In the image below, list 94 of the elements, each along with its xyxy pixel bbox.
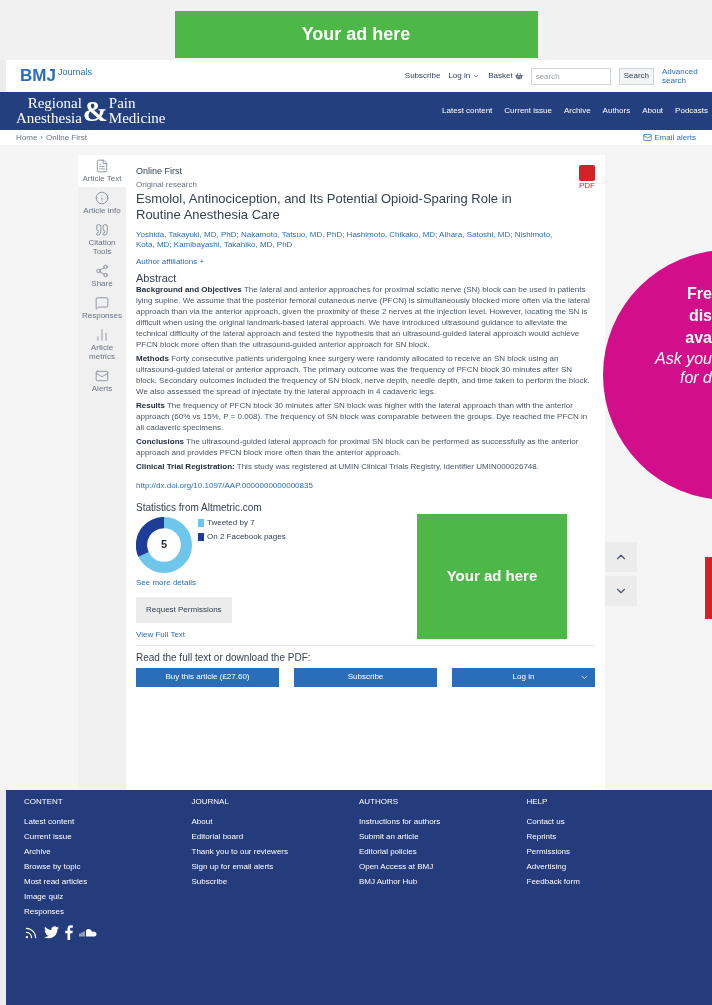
altmetric-donut[interactable]: 5 (136, 516, 192, 573)
bird-icon[interactable] (44, 926, 59, 939)
nav-link[interactable]: Podcasts (675, 105, 708, 117)
footer-heading: HELP (526, 796, 549, 808)
share-icon (95, 264, 109, 278)
promo-text: Ask you (655, 349, 712, 368)
promo-text: for d (680, 368, 712, 387)
request-permissions-button[interactable]: Request Permissions (136, 596, 232, 623)
header-link[interactable]: Basket (488, 70, 523, 82)
footer-heading: JOURNAL (191, 796, 230, 808)
promo-text: dis (688, 306, 712, 326)
pdf-download[interactable]: PDF (579, 165, 595, 191)
footer-link[interactable]: Sign up for email alerts (191, 859, 359, 874)
caret-icon (472, 72, 481, 80)
footer-link[interactable]: Image quiz (24, 889, 192, 904)
footer-link[interactable]: Instructions for authors (359, 814, 527, 829)
footer-link[interactable]: BMJ Author Hub (359, 874, 527, 889)
breadcrumb-link[interactable]: Online First (46, 131, 87, 144)
envelope-icon (643, 133, 653, 142)
abstract-paragraph: Methods Forty consecutive patients undergoing knee surgery were randomly allocated to receive an SN block using an ultrasound-guided lateral or anterior approach. The primary outcome was the frequency of PFCN block 30 minutes after SN block. Secondary outcomes included the frequency of SN block, nerve depth, needle depth, and time taken to perform the block. We also assessed the spread of injectate by the lateral approach in 4 cadaveric legs. (136, 352, 591, 397)
abstract-heading: Abstract (136, 271, 178, 284)
footer-link[interactable]: Responses (24, 904, 192, 919)
footer-link[interactable]: Advertising (526, 859, 694, 874)
read-full-text-heading: Read the full text or download the PDF: (136, 650, 312, 665)
footer-link[interactable]: Contact us (526, 814, 694, 829)
nav-link[interactable]: Latest content (442, 105, 493, 117)
breadcrumb-link[interactable]: Home (16, 131, 38, 144)
speech-bubble-icon (95, 296, 109, 310)
footer-heading: AUTHORS (359, 796, 400, 808)
journal-title: Pain (108, 96, 137, 111)
author-list: Yoshida, Takayuki, MD, PhD; Nakamoto, Tatsuo, MD, PhD; Hashimoto, Chikako, MD; Aihara, Satoshi, MD; Nishimoto, Kota, MD; Kamibayashi, Takahiko, MD, PhD (136, 229, 566, 250)
abstract-paragraph: Conclusions The ultrasound-guided lateral approach for proximal SN block can be performed as successfully as the anterior approach and provides PFCN block more often than the anterior approach. (136, 435, 580, 458)
doi-link[interactable]: http://dx.doi.org/10.1097/AAP.0000000000000835 (136, 479, 595, 492)
document-icon (95, 159, 109, 173)
nav-link[interactable]: Authors (602, 105, 631, 117)
brand-suffix: Journals (57, 66, 92, 79)
journal-title: Regional (27, 96, 82, 111)
footer-link[interactable]: Browse by topic (24, 859, 192, 874)
header-link[interactable]: Subscribe (404, 70, 441, 82)
footer-link[interactable]: Editorial policies (359, 844, 527, 859)
info-icon (95, 191, 109, 205)
basket-icon (514, 72, 523, 80)
abstract-paragraph: Results The frequency of PFCN block 30 minutes after SN block was higher with the lateral approach than with the anterior approach (60% vs 15%, P = 0.008). The frequency of SN block was comparable between the groups. Dye reached the PFCN in all cadaveric specimens. (136, 399, 589, 433)
rss-icon[interactable] (24, 925, 38, 940)
article-title: Esmolol, Antinociception, and Its Potential Opioid-Sparing Role in Routine Anesthesia Care (136, 190, 513, 223)
author-affiliations-link[interactable]: Author affiliations + (136, 255, 595, 268)
footer-link[interactable]: Editorial board (191, 829, 359, 844)
footer-link[interactable]: Archive (24, 844, 192, 859)
action-button[interactable]: Buy this article (£27.60) (136, 667, 279, 687)
search-button[interactable]: Search (618, 67, 654, 85)
journal-title: Medicine (108, 111, 166, 126)
sidebar-tab[interactable]: Article Text (78, 155, 126, 187)
brand-logo[interactable]: BMJ (20, 63, 56, 89)
promo-text: ava (685, 328, 712, 348)
pdf-icon (579, 165, 595, 181)
footer-link[interactable]: About (191, 814, 359, 829)
chart-icon (95, 328, 109, 342)
statistics-heading: Statistics from Altmetric.com (136, 500, 263, 515)
footer-link[interactable]: Feedback form (526, 874, 694, 889)
legend-label: Tweeted by 7 (207, 516, 255, 529)
nav-link[interactable]: About (642, 105, 664, 117)
journal-title: Anesthesia (16, 111, 82, 126)
footer-link[interactable]: Permissions (526, 844, 694, 859)
see-more-details-link[interactable]: See more details (136, 576, 286, 589)
cloud-icon[interactable] (79, 928, 97, 937)
footer-link[interactable]: Reprints (526, 829, 694, 844)
ampersand: & (82, 96, 108, 126)
login-button[interactable]: Log in (452, 667, 595, 687)
footer-link[interactable]: Most read articles (24, 874, 192, 889)
footer-link[interactable]: Thank you to our reviewers (191, 844, 359, 859)
footer-heading: CONTENT (24, 796, 64, 808)
email-alerts-link[interactable]: Email alerts (643, 131, 696, 144)
advanced-search-link[interactable]: Advanced search (662, 67, 698, 85)
envelope-icon (95, 369, 109, 383)
footer-link[interactable]: Open Access at BMJ (359, 859, 527, 874)
quote-icon (95, 223, 109, 237)
abstract-paragraph: Background and Objectives The lateral and anterior approaches for proximal sciatic nerve (SN) block can be used in patients lying supine. We assume that the posterior femoral cutaneous nerve (PFCN) is simultaneously blocked more often via the lateral approach than via the anterior approach, given the proximity of these 2 nerves at the injection level. However, locating the SN is difficult when using the original landmark-based lateral approach. We have introduced ultrasound guidance to alleviate the technical difficulty of the lateral approach and tested the hypothesis that an ultrasound-guided lateral approach would achieve PFCN block more often than the ultrasound-guided anterior approach for SN block. (136, 283, 591, 350)
promo-text: Fre (687, 284, 712, 304)
header-link[interactable]: Log in (448, 70, 481, 82)
breadcrumb-separator: › (40, 131, 43, 144)
legend-label: On 2 Facebook pages (207, 530, 286, 543)
nav-link[interactable]: Archive (563, 105, 591, 117)
footer-link[interactable]: Subscribe (191, 874, 359, 889)
view-full-text-link[interactable]: View Full Text (136, 628, 286, 641)
search-field[interactable]: search (530, 67, 611, 85)
footer-link[interactable]: Submit an article (359, 829, 527, 844)
section-label: Online First (136, 165, 183, 178)
nav-link[interactable]: Current issue (504, 105, 552, 117)
abstract-paragraph: Clinical Trial Registration: This study was registered at UMIN Clinical Trials Registry, identifier UMIN000026748. (136, 460, 540, 472)
footer-link[interactable]: Current issue (24, 829, 192, 844)
footer-link[interactable]: Latest content (24, 814, 192, 829)
letter-f-icon[interactable] (65, 925, 73, 940)
action-button[interactable]: Subscribe (294, 667, 437, 687)
article-type: Original research (136, 178, 197, 191)
